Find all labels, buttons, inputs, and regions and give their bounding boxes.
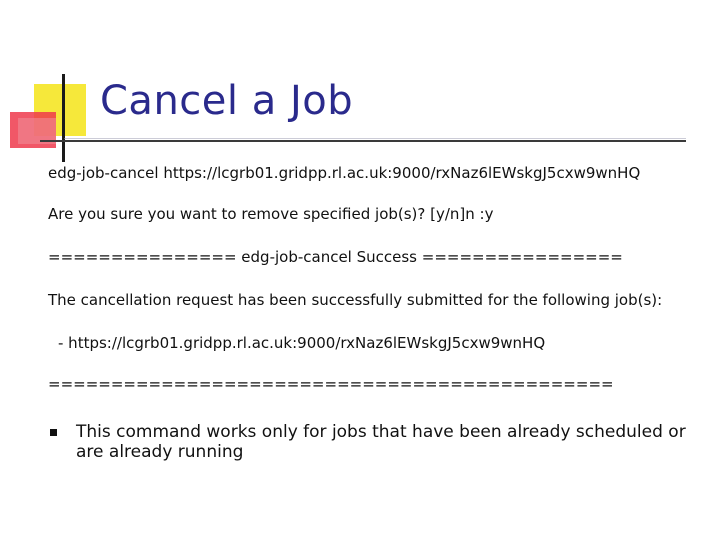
separator-line: ========================================… — [48, 375, 614, 393]
square-bullet-icon — [50, 429, 57, 436]
job-id-line: - https://lcgrb01.gridpp.rl.ac.uk:9000/r… — [58, 334, 546, 352]
logo-vertical-line — [62, 74, 65, 162]
success-banner-line: =============== edg-job-cancel Success =… — [48, 248, 623, 266]
confirm-prompt-line: Are you sure you want to remove specifie… — [48, 205, 494, 223]
bullet-text: This command works only for jobs that ha… — [76, 422, 686, 462]
title-underline — [40, 140, 686, 142]
command-line: edg-job-cancel https://lcgrb01.gridpp.rl… — [48, 164, 641, 182]
result-message-line: The cancellation request has been succes… — [48, 291, 663, 309]
slide: Cancel a Job edg-job-cancel https://lcgr… — [0, 0, 720, 540]
title-underline-shadow — [64, 138, 686, 139]
slide-title: Cancel a Job — [100, 78, 354, 124]
